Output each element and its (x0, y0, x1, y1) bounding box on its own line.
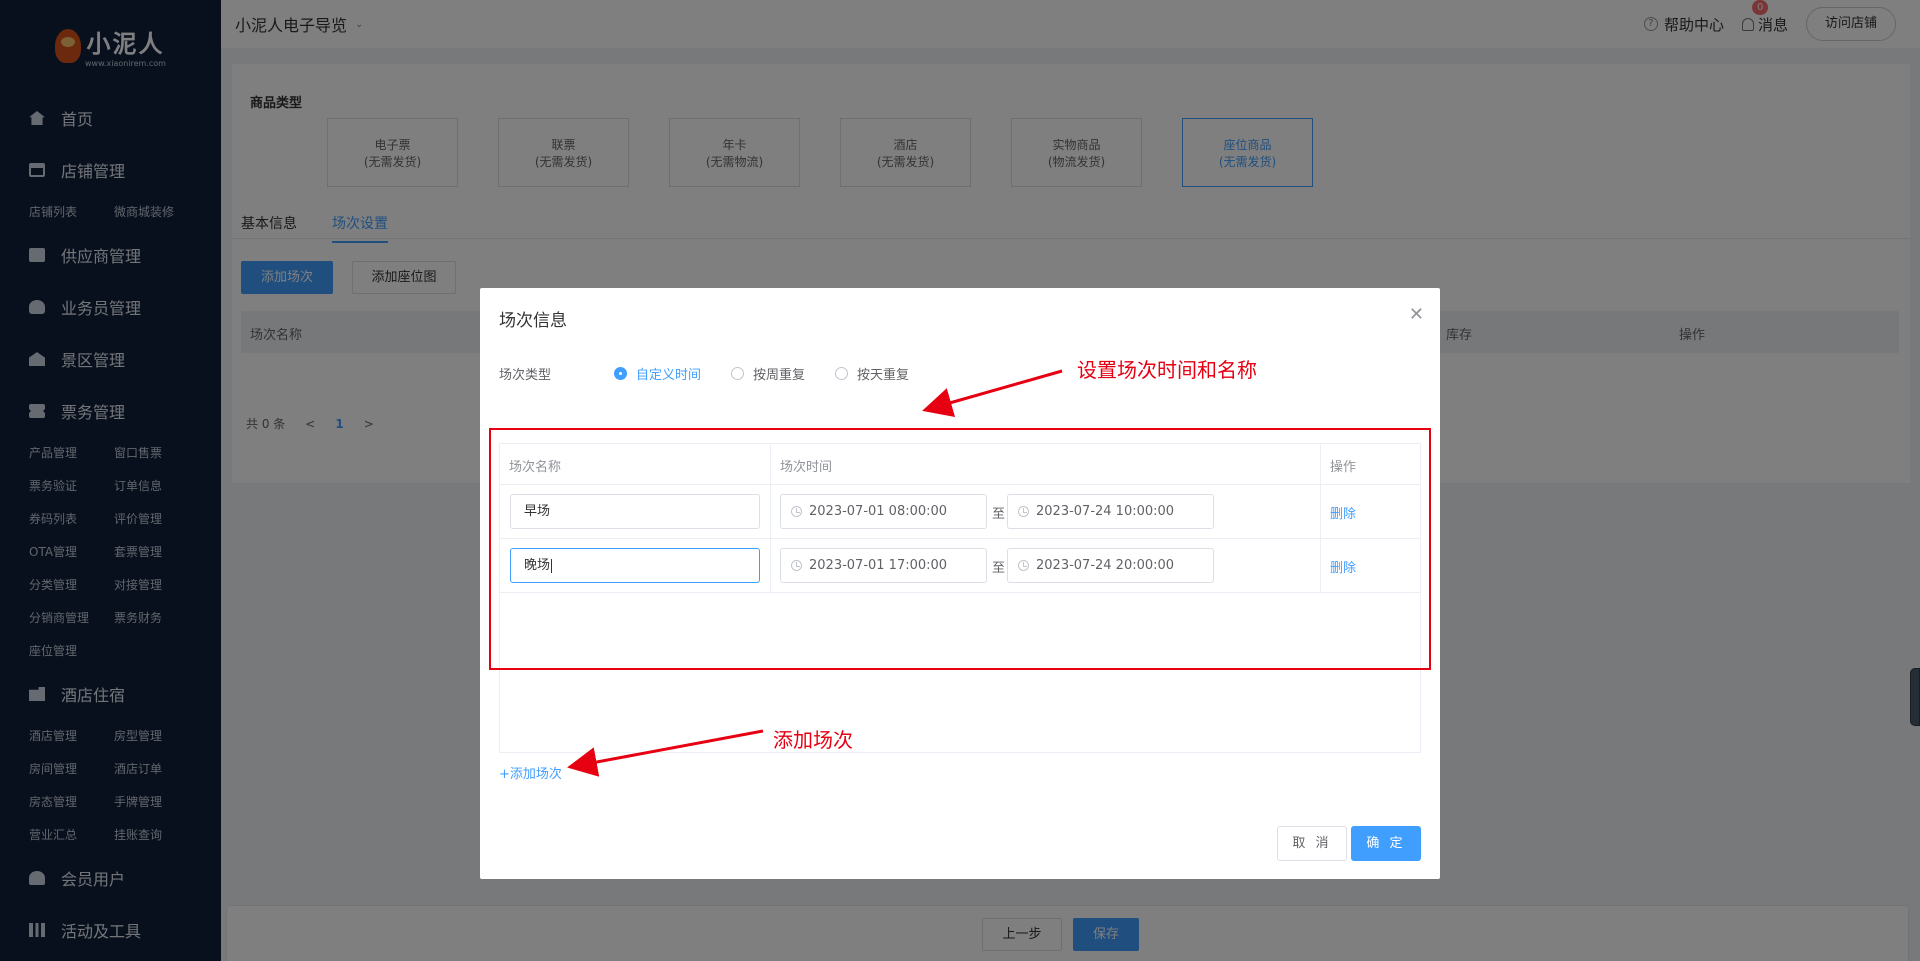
annotation-text-top: 设置场次时间和名称 (1077, 358, 1257, 382)
annotation-arrow-bottom (567, 729, 764, 777)
annotation-arrow-top (922, 369, 1063, 418)
annotation-text-bottom: 添加场次 (773, 728, 853, 752)
annotation-arrows (567, 369, 1063, 777)
